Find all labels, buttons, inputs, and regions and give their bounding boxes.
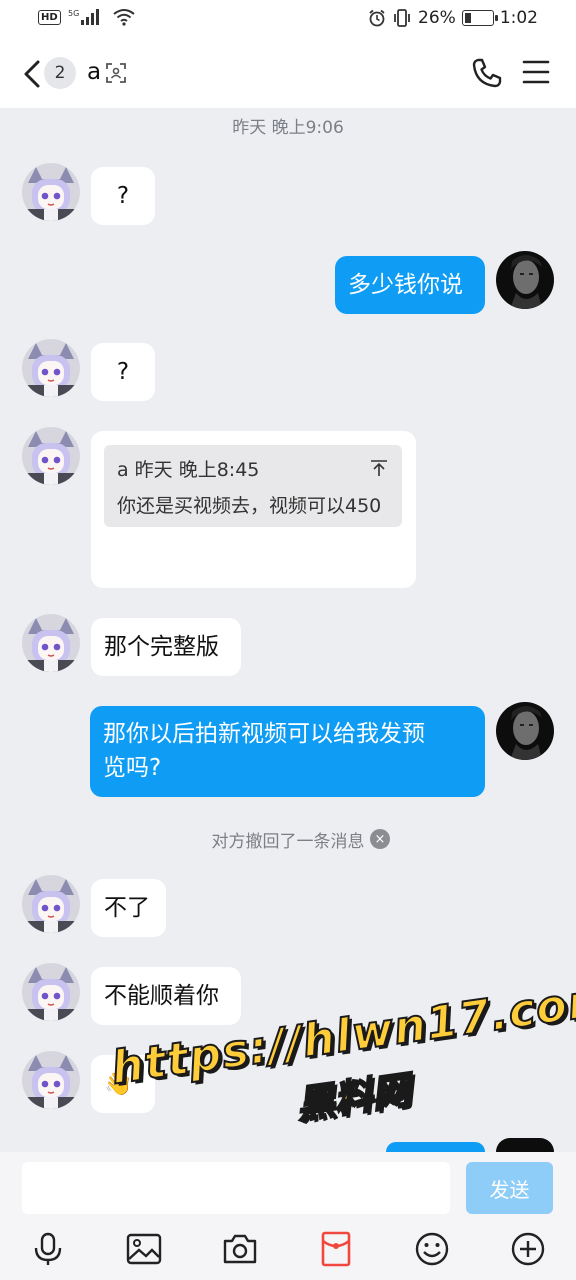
chat-timestamp: 昨天 晚上9:06 [232,118,344,138]
message-bubble[interactable]: 不能顺着你 [91,967,241,1025]
microphone-icon[interactable] [30,1231,66,1267]
self-avatar[interactable] [496,1138,554,1152]
close-icon[interactable]: × [370,829,390,849]
contact-avatar[interactable] [22,427,80,485]
watermark-subtitle: 黑料网 [293,1067,414,1128]
contact-avatar[interactable] [22,339,80,397]
self-avatar[interactable] [496,251,554,309]
message-bubble[interactable]: 那个完整版 [91,618,241,676]
svg-text:5G: 5G [68,9,79,18]
phone-call-icon[interactable] [470,56,504,90]
message-input[interactable] [22,1162,450,1214]
send-button[interactable]: 发送 [466,1162,553,1214]
contact-avatar[interactable] [22,963,80,1021]
message-bubble[interactable]: ? [91,167,155,225]
quoted-message[interactable]: a 昨天 晚上8:45 你还是买视频去，视频可以450 [104,445,402,527]
status-bar: HD 5G 26% 1:02 [0,0,576,40]
battery-percent: 26% [418,8,456,28]
menu-icon[interactable] [522,58,550,86]
contact-avatar[interactable] [22,1051,80,1109]
alarm-icon [369,9,385,27]
hd-indicator: HD [38,9,61,25]
wifi-icon [113,9,135,26]
battery-icon [461,10,498,26]
image-icon[interactable] [126,1231,162,1267]
recall-notice: 对方撤回了一条消息 [211,832,365,852]
signal-icon: 5G [68,9,99,25]
contact-avatar[interactable] [22,163,80,221]
unread-count-badge[interactable]: 2 [44,57,76,89]
vibrate-icon [394,9,410,27]
battery-fill [464,13,472,23]
message-bubble[interactable]: ? [91,343,155,401]
chat-title: a [87,59,102,85]
jump-to-top-icon[interactable] [370,459,388,477]
message-bubble-sent-partial[interactable] [386,1142,485,1152]
message-bubble-sent[interactable]: 那你以后拍新视频可以给我发预 览吗? [90,706,485,797]
plus-icon[interactable] [510,1231,546,1267]
clock: 1:02 [499,8,538,28]
contact-avatar[interactable] [22,875,80,933]
contact-avatar[interactable] [22,614,80,672]
message-bubble[interactable]: 不了 [91,879,166,937]
red-packet-icon[interactable] [318,1231,354,1267]
message-line: 那你以后拍新视频可以给我发预 [103,721,425,747]
scan-contact-icon [106,63,126,83]
quote-header: a 昨天 晚上8:45 [117,459,260,481]
message-line: 览吗? [103,755,162,781]
camera-icon[interactable] [222,1231,258,1267]
input-bar: 发送 [0,1152,576,1280]
chat-header: 2 a [0,40,576,108]
message-bubble-sent[interactable]: 多少钱你说 [335,256,485,314]
quote-text: 你还是买视频去，视频可以450 [117,495,382,517]
emoji-icon[interactable] [414,1231,450,1267]
self-avatar[interactable] [496,702,554,760]
